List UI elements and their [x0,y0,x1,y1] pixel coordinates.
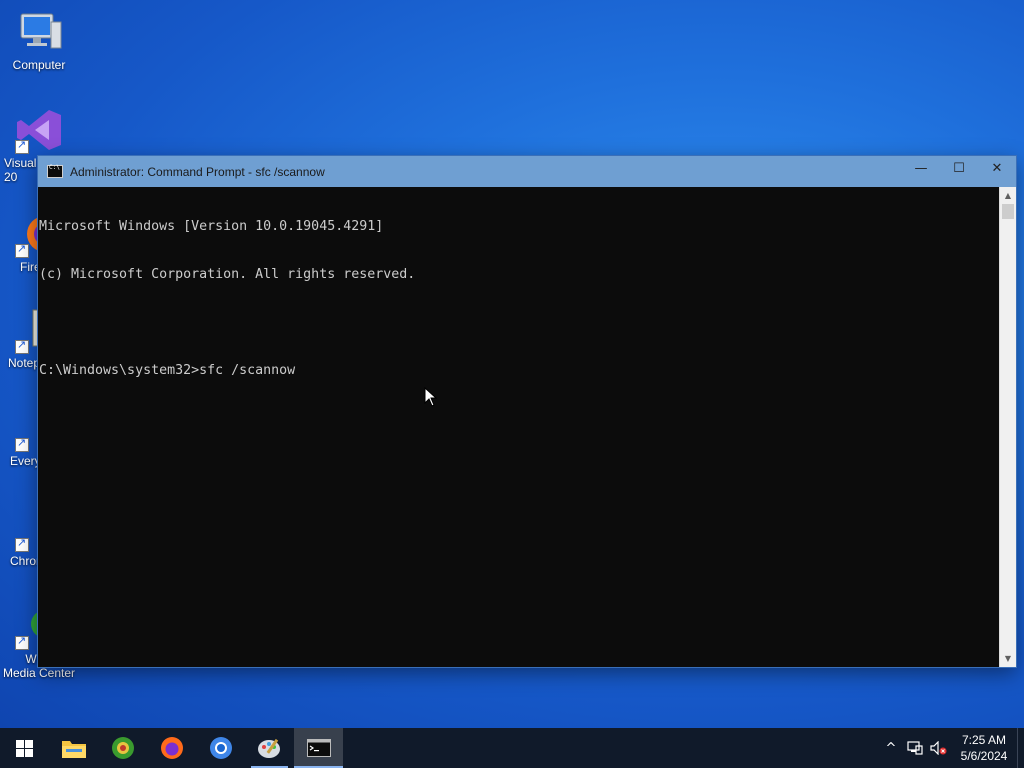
scroll-up-button[interactable]: ▲ [1000,187,1016,204]
chevron-down-icon: ▼ [1004,654,1012,663]
shortcut-arrow-icon [15,536,29,552]
shortcut-arrow-icon [15,242,29,258]
clock-time: 7:25 AM [961,733,1007,747]
start-button[interactable] [0,728,49,768]
shortcut-arrow-icon [15,634,29,650]
window-titlebar[interactable]: Administrator: Command Prompt - sfc /sca… [38,156,1016,187]
network-button[interactable] [903,728,927,768]
minimize-icon: — [914,160,928,176]
shortcut-arrow-icon [15,138,29,154]
console-output[interactable]: Microsoft Windows [Version 10.0.19045.42… [38,187,999,667]
system-tray: ^ 7:25 AM 5/6/2024 [879,728,1024,768]
vertical-scrollbar[interactable]: ▲ ▼ [999,187,1016,667]
taskbar-file-explorer[interactable] [49,728,98,768]
console-line: (c) Microsoft Corporation. All rights re… [39,267,416,282]
folder-icon [61,741,86,758]
network-icon [907,741,923,755]
desktop: Computer Visual 20 Fire [0,0,1024,728]
scroll-down-button[interactable]: ▼ [1000,650,1016,667]
green-globe-icon [111,737,134,759]
chevron-up-icon: ▲ [1004,191,1012,200]
mouse-pointer-icon [424,386,438,407]
taskbar-app-green[interactable] [98,728,147,768]
desktop-icon-computer[interactable]: Computer [0,8,78,72]
maximize-icon: ☐ [953,160,965,176]
taskbar-firefox[interactable] [147,728,196,768]
shortcut-arrow-icon [15,338,29,354]
cmd-icon [306,739,331,757]
chevron-up-icon: ^ [885,740,897,756]
cmd-icon [47,164,63,178]
window-title: Administrator: Command Prompt - sfc /sca… [70,164,325,179]
taskbar-paint-app[interactable] [245,728,294,768]
taskbar-command-prompt[interactable] [294,728,343,768]
desktop-icon-label: Computer [12,58,66,72]
console-prompt-line: C:\Windows\system32>sfc /scannow [39,363,296,378]
close-icon: ✕ [991,160,1003,176]
show-desktop-button[interactable] [1017,728,1024,768]
taskbar: ^ 7:25 AM 5/6/2024 [0,728,1024,768]
scroll-thumb[interactable] [1002,204,1014,219]
firefox-icon [160,737,183,759]
speaker-muted-icon [930,741,947,755]
clock-date: 5/6/2024 [960,749,1008,763]
window-controls: — ☐ ✕ [902,156,1016,180]
taskbar-chrome[interactable] [196,728,245,768]
close-button[interactable]: ✕ [978,156,1016,180]
shortcut-arrow-icon [15,436,29,452]
maximize-button[interactable]: ☐ [940,156,978,180]
show-hidden-icons-button[interactable]: ^ [879,728,903,768]
command-prompt-window[interactable]: Administrator: Command Prompt - sfc /sca… [38,156,1016,667]
taskbar-clock[interactable]: 7:25 AM 5/6/2024 [951,732,1017,764]
minimize-button[interactable]: — [902,156,940,180]
chrome-icon [209,737,232,759]
windows-logo-icon [16,739,33,757]
paint-palette-icon [257,738,280,758]
computer-icon [15,8,63,56]
volume-button[interactable] [927,728,951,768]
visual-studio-icon [15,106,63,154]
console-line: Microsoft Windows [Version 10.0.19045.42… [39,219,384,234]
